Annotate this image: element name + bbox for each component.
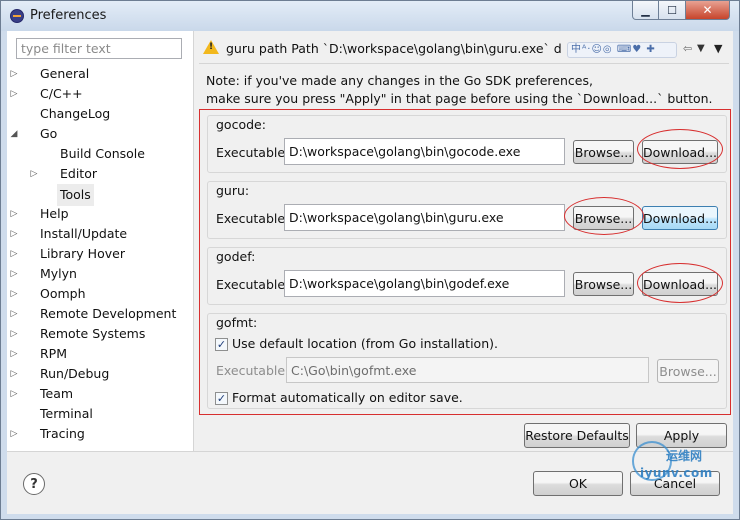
apply-button[interactable]: Apply [636, 423, 727, 448]
gofmt-executable-input[interactable]: C:\Go\bin\gofmt.exe [286, 357, 649, 383]
tree-item-label: Team [40, 386, 74, 401]
title-bar[interactable]: Preferences ▁ ☐ ✕ [1, 1, 739, 31]
tree-item-label: Install/Update [40, 226, 128, 241]
godef-browse-button[interactable]: Browse... [573, 272, 634, 296]
dialog-client-area: type filter text ▷ General ▷ C/C++ ChangeLog… [7, 31, 733, 514]
tree-item-label: Oomph [40, 286, 86, 301]
gofmt-browse-button[interactable]: Browse... [657, 359, 719, 383]
warning-message: guru path Path `D:\workspace\golang\bin\… [226, 41, 561, 56]
note-line-1: Note: if you've made any changes in the … [206, 73, 593, 88]
tree-item-label: Remote Development [40, 306, 177, 321]
use-default-location-checkbox[interactable]: ✓ [215, 338, 228, 351]
collapsed-arrow-icon[interactable]: ▷ [9, 364, 19, 384]
tree-item-label: Terminal [40, 406, 93, 421]
collapsed-arrow-icon[interactable]: ▷ [9, 284, 19, 304]
ime-toolbar[interactable]: 中ᴬ·☺◎ ⌨♥ ✚ [567, 42, 677, 58]
gofmt-group-title: gofmt: [216, 315, 258, 330]
restore-defaults-button[interactable]: Restore Defaults [524, 423, 630, 448]
preference-tree-pane: type filter text ▷ General ▷ C/C++ ChangeLog… [7, 31, 193, 451]
guru-executable-input[interactable]: D:\workspace\golang\bin\guru.exe [284, 204, 565, 231]
guru-group-title: guru: [216, 183, 250, 198]
gocode-group: gocode: Executable: D:\workspace\golang\… [207, 115, 727, 173]
tree-item-label: Build Console [60, 146, 145, 161]
use-default-location-label[interactable]: Use default location (from Go installati… [232, 336, 498, 351]
warning-icon [203, 40, 219, 54]
guru-download-button[interactable]: Download... [642, 206, 718, 230]
format-on-save-label[interactable]: Format automatically on editor save. [232, 390, 463, 405]
tree-item-label: Library Hover [40, 246, 125, 261]
pane-divider[interactable] [193, 31, 194, 451]
tree-item-label: Help [40, 206, 69, 221]
tree-item-label: C/C++ [40, 86, 83, 101]
history-dropdown-icon[interactable]: ▼ [714, 42, 722, 55]
collapsed-arrow-icon[interactable]: ▷ [9, 324, 19, 344]
cancel-button[interactable]: Cancel [630, 471, 720, 496]
back-arrow-icon[interactable]: ⇦ [683, 42, 692, 55]
gocode-download-button[interactable]: Download... [642, 140, 718, 164]
tree-item-label: Tracing [40, 426, 85, 441]
gocode-executable-input[interactable]: D:\workspace\golang\bin\gocode.exe [284, 138, 565, 165]
gocode-browse-button[interactable]: Browse... [573, 140, 634, 164]
godef-executable-input[interactable]: D:\workspace\golang\bin\godef.exe [284, 270, 565, 297]
eclipse-icon [10, 9, 24, 23]
note-text: Note: if you've made any changes in the … [206, 72, 713, 108]
collapsed-arrow-icon[interactable]: ▷ [9, 344, 19, 364]
minimize-button[interactable]: ▁ [632, 1, 659, 20]
tree-item-label: Mylyn [40, 266, 77, 281]
header-separator [199, 63, 729, 64]
preferences-window: Preferences ▁ ☐ ✕ type filter text ▷ Gene… [0, 0, 740, 520]
collapsed-arrow-icon[interactable]: ▷ [9, 264, 19, 284]
collapsed-arrow-icon[interactable]: ▷ [9, 424, 19, 444]
view-menu-icon[interactable]: ▼ [697, 43, 705, 54]
close-button[interactable]: ✕ [686, 1, 730, 20]
collapsed-arrow-icon[interactable]: ▷ [29, 164, 39, 184]
tree-item-label: Editor [60, 166, 97, 181]
tree-item-label: RPM [40, 346, 68, 361]
gocode-executable-label: Executable: [216, 145, 290, 160]
ok-button[interactable]: OK [533, 471, 623, 496]
window-title: Preferences [30, 8, 107, 23]
expanded-arrow-icon[interactable]: ◢ [9, 124, 19, 144]
help-button[interactable]: ? [23, 473, 45, 495]
note-line-2: make sure you press "Apply" in that page… [206, 91, 713, 106]
gofmt-executable-label: Executable: [216, 363, 290, 378]
collapsed-arrow-icon[interactable]: ▷ [9, 384, 19, 404]
filter-input[interactable]: type filter text [16, 38, 182, 59]
tree-item-label: Go [40, 126, 58, 141]
tree-item-label: Run/Debug [40, 366, 110, 381]
bottom-separator [7, 451, 733, 452]
tree-item-label: General [40, 66, 90, 81]
godef-download-button[interactable]: Download... [642, 272, 718, 296]
tree-item-label: Remote Systems [40, 326, 146, 341]
guru-executable-label: Executable: [216, 211, 290, 226]
collapsed-arrow-icon[interactable]: ▷ [9, 84, 19, 104]
guru-browse-button[interactable]: Browse... [573, 206, 634, 230]
tree-item-label: Tools [57, 184, 94, 206]
godef-executable-label: Executable: [216, 277, 290, 292]
collapsed-arrow-icon[interactable]: ▷ [9, 244, 19, 264]
godef-group-title: godef: [216, 249, 256, 264]
guru-group: guru: Executable: D:\workspace\golang\bi… [207, 181, 727, 239]
format-on-save-checkbox[interactable]: ✓ [215, 392, 228, 405]
tree-item-label: ChangeLog [40, 106, 111, 121]
collapsed-arrow-icon[interactable]: ▷ [9, 224, 19, 244]
gocode-group-title: gocode: [216, 117, 266, 132]
collapsed-arrow-icon[interactable]: ▷ [9, 304, 19, 324]
godef-group: godef: Executable: D:\workspace\golang\b… [207, 247, 727, 305]
collapsed-arrow-icon[interactable]: ▷ [9, 204, 19, 224]
page-header: guru path Path `D:\workspace\golang\bin\… [199, 34, 729, 62]
maximize-button[interactable]: ☐ [659, 1, 686, 20]
gofmt-group: gofmt: ✓ Use default location (from Go i… [207, 313, 727, 409]
collapsed-arrow-icon[interactable]: ▷ [9, 64, 19, 84]
window-controls: ▁ ☐ ✕ [632, 1, 730, 20]
